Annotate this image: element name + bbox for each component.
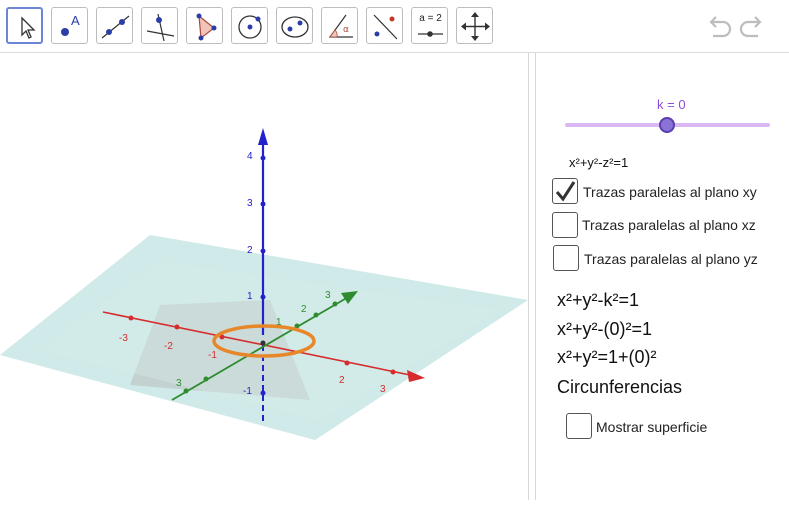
curve-type-label: Circunferencias xyxy=(557,377,683,397)
equation-line-1: x²+y²-k²=1 xyxy=(557,290,640,310)
y-tick-label: 3 xyxy=(176,378,182,389)
point-tool-button[interactable]: A xyxy=(51,7,88,44)
undo-icon xyxy=(709,16,732,38)
checkbox-mostrar-superficie[interactable] xyxy=(566,413,592,439)
graphics-3d-view[interactable]: 4 3 2 1 -1 -3 -2 -1 2 3 3 2 1 3 xyxy=(0,53,528,500)
y-tick-label: 2 xyxy=(301,304,307,315)
angle-tool-button[interactable]: α xyxy=(321,7,358,44)
arrow-pointer-icon xyxy=(21,16,36,39)
move-tool-button[interactable] xyxy=(6,7,43,44)
x-tick-label: -3 xyxy=(119,333,128,344)
checkbox-trazas-xy[interactable] xyxy=(552,178,578,204)
graphics-3d-canvas[interactable]: 4 3 2 1 -1 -3 -2 -1 2 3 3 2 1 3 xyxy=(0,53,528,500)
z-tick-label: 4 xyxy=(247,151,253,162)
x-tick-label: -1 xyxy=(208,350,217,361)
circle-icon xyxy=(238,15,262,39)
slider-tool-button[interactable]: a = 2 xyxy=(411,7,448,44)
perpendicular-tool-button[interactable] xyxy=(141,7,178,44)
undo-button[interactable] xyxy=(703,12,733,42)
redo-icon xyxy=(739,16,762,38)
x-tick-label: 2 xyxy=(339,375,345,386)
slider-k-label: k = 0 xyxy=(657,97,686,112)
view-divider[interactable] xyxy=(528,53,536,500)
equation-line-2: x²+y²-(0)²=1 xyxy=(557,319,653,339)
polygon-icon xyxy=(196,13,217,41)
circle-tool-button[interactable] xyxy=(231,7,268,44)
toolbar: A α a = 2 xyxy=(0,0,789,53)
equation-line-3: x²+y²=1+(0)² xyxy=(557,347,657,367)
perpendicular-line-icon xyxy=(146,13,175,42)
z-tick-label: 3 xyxy=(247,198,253,209)
move-view-tool-button[interactable] xyxy=(456,7,493,44)
checkmark-icon xyxy=(555,181,576,202)
move-graphics-icon xyxy=(461,12,490,41)
checkbox-label-xy: Trazas paralelas al plano xy xyxy=(583,184,757,200)
checkbox-label-xz: Trazas paralelas al plano xz xyxy=(582,217,756,233)
slider-icon xyxy=(418,31,443,37)
checkbox-label-yz: Trazas paralelas al plano yz xyxy=(584,251,758,267)
redo-button[interactable] xyxy=(738,12,768,42)
line-tool-button[interactable] xyxy=(96,7,133,44)
conic-tool-button[interactable] xyxy=(276,7,313,44)
slider-k-knob[interactable] xyxy=(659,117,675,133)
surface-equation: x²+y²-z²=1 xyxy=(569,155,629,170)
reflect-tool-button[interactable] xyxy=(366,7,403,44)
checkbox-label-superficie: Mostrar superficie xyxy=(596,419,708,435)
origin-point xyxy=(260,340,266,346)
angle-icon: α xyxy=(328,14,353,38)
x-tick-label: 3 xyxy=(380,384,386,395)
y-tick-label: 1 xyxy=(276,317,282,328)
x-tick-label: -2 xyxy=(164,341,173,352)
line-icon xyxy=(101,15,130,39)
point-tool-label: A xyxy=(71,13,80,28)
checkbox-trazas-xz[interactable] xyxy=(552,212,578,238)
checkbox-trazas-yz[interactable] xyxy=(553,245,579,271)
polygon-tool-button[interactable] xyxy=(186,7,223,44)
y-tick-label: 3 xyxy=(325,290,331,301)
z-tick-label: 1 xyxy=(247,291,253,302)
reflect-icon xyxy=(373,14,398,40)
z-tick-label: -1 xyxy=(243,386,252,397)
angle-alpha-glyph: α xyxy=(343,25,349,35)
z-axis-arrow xyxy=(258,128,268,145)
ellipse-icon xyxy=(281,16,309,38)
z-tick-label: 2 xyxy=(247,245,253,256)
